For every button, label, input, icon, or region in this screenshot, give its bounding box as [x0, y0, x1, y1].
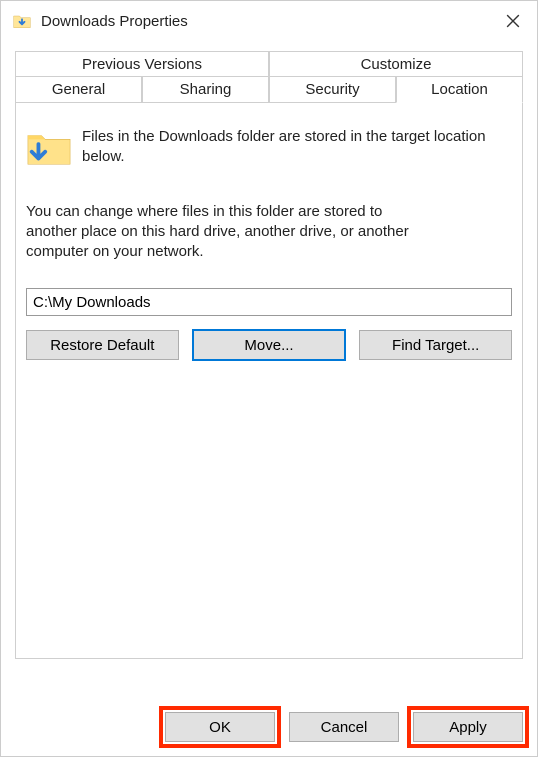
- tab-customize[interactable]: Customize: [269, 51, 523, 77]
- dialog-button-row: OK Cancel Apply: [165, 712, 523, 742]
- tab-sharing[interactable]: Sharing: [142, 76, 269, 103]
- downloads-folder-icon: [11, 10, 33, 32]
- description-text: You can change where files in this folde…: [26, 202, 436, 263]
- restore-default-button[interactable]: Restore Default: [26, 330, 179, 360]
- tab-general[interactable]: General: [15, 76, 142, 103]
- downloads-folder-large-icon: [26, 127, 72, 167]
- cancel-button[interactable]: Cancel: [289, 712, 399, 742]
- titlebar: Downloads Properties: [1, 1, 537, 41]
- move-button[interactable]: Move...: [193, 330, 346, 360]
- apply-button[interactable]: Apply: [413, 712, 523, 742]
- intro-text: Files in the Downloads folder are stored…: [82, 127, 512, 168]
- location-panel: Files in the Downloads folder are stored…: [15, 103, 523, 659]
- close-button[interactable]: [493, 7, 533, 35]
- tab-security[interactable]: Security: [269, 76, 396, 103]
- find-target-button[interactable]: Find Target...: [359, 330, 512, 360]
- tab-previous-versions[interactable]: Previous Versions: [15, 51, 269, 77]
- ok-button[interactable]: OK: [165, 712, 275, 742]
- tab-location[interactable]: Location: [396, 76, 523, 103]
- window-title: Downloads Properties: [41, 13, 493, 30]
- path-input[interactable]: [26, 288, 512, 316]
- tab-container: Previous Versions Customize General Shar…: [15, 51, 523, 103]
